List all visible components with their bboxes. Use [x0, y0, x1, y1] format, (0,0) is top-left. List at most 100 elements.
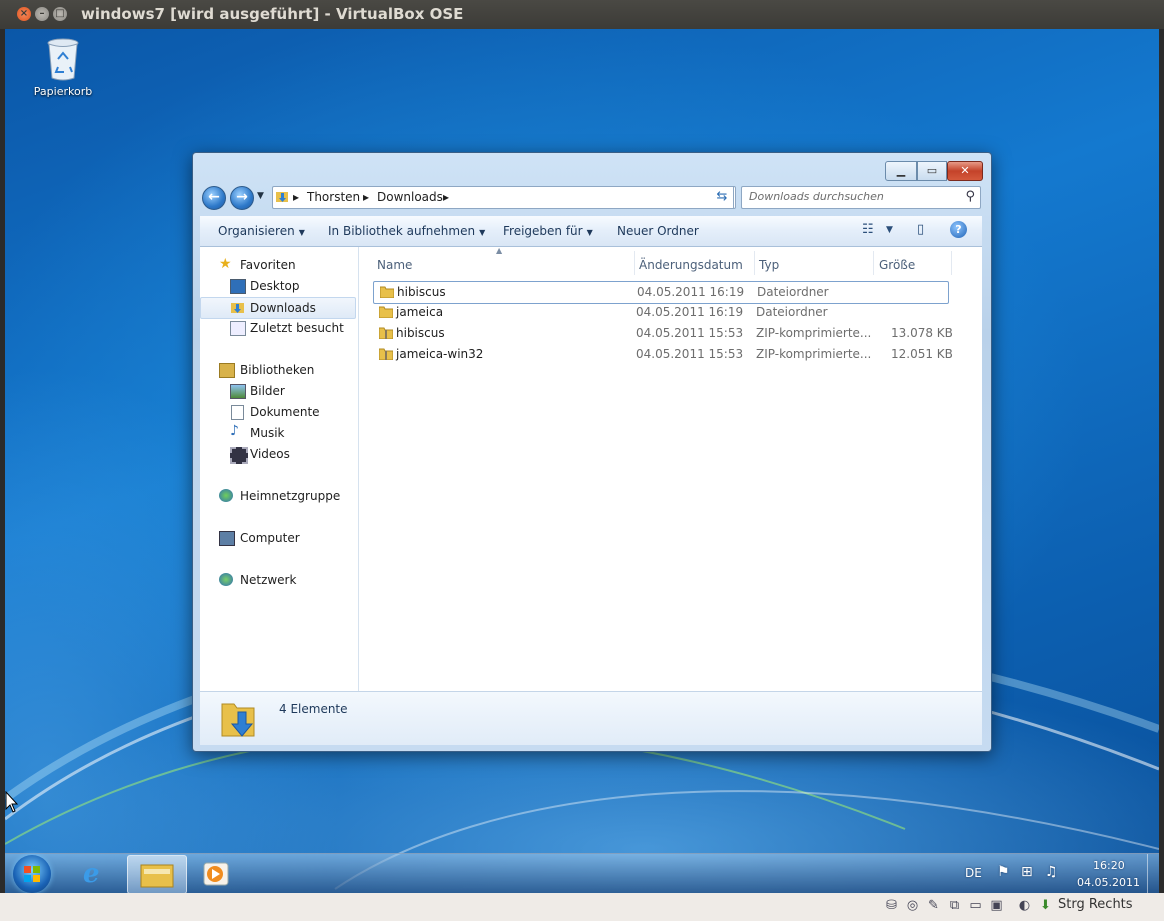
add-to-library-menu[interactable]: In Bibliothek aufnehmen ▼: [328, 224, 485, 238]
window-close-button[interactable]: ✕: [947, 161, 983, 181]
music-icon: ♪: [230, 423, 239, 439]
clock-date[interactable]: 04.05.2011: [1077, 876, 1140, 889]
network-adapter-icon[interactable]: ⧉: [947, 898, 962, 913]
breadcrumb-separator-icon[interactable]: ▸: [293, 190, 299, 204]
preview-pane-icon[interactable]: ▯: [917, 222, 924, 237]
desktop-icon: [230, 279, 246, 294]
host-minimize-button[interactable]: –: [35, 7, 49, 21]
breadcrumb-thorsten[interactable]: Thorsten: [307, 190, 360, 204]
file-type: Dateiordner: [757, 285, 829, 299]
optical-drive-icon[interactable]: ◎: [905, 898, 920, 913]
action-center-flag-icon[interactable]: ⚑: [997, 864, 1010, 880]
volume-icon[interactable]: ♫: [1045, 864, 1058, 880]
column-header-name[interactable]: Name: [377, 258, 412, 272]
nav-music[interactable]: ♪ Musik: [200, 423, 356, 443]
details-pane: 4 Elemente: [200, 691, 982, 745]
search-placeholder: Downloads durchsuchen: [749, 190, 884, 203]
breadcrumb-downloads[interactable]: Downloads: [377, 190, 443, 204]
column-header-date[interactable]: Änderungsdatum: [639, 258, 743, 272]
recent-places-icon: [230, 321, 246, 336]
videos-icon: [230, 447, 248, 464]
navigation-pane: ★ Favoriten Desktop Downloads Zuletzt be…: [200, 247, 359, 691]
nav-pictures[interactable]: Bilder: [200, 381, 356, 401]
file-name: hibiscus: [397, 285, 446, 299]
help-icon[interactable]: ?: [950, 221, 967, 238]
share-with-menu[interactable]: Freigeben für ▼: [503, 224, 593, 238]
breadcrumb-separator-icon[interactable]: ▸: [443, 190, 449, 204]
file-date: 04.05.2011 16:19: [636, 305, 744, 319]
forward-button[interactable]: →: [230, 186, 254, 210]
zip-folder-icon: [379, 348, 393, 360]
show-desktop-button[interactable]: [1147, 854, 1159, 893]
search-box[interactable]: Downloads durchsuchen ⚲: [741, 186, 981, 209]
nav-network[interactable]: Netzwerk: [200, 570, 356, 590]
file-date: 04.05.2011 15:53: [636, 347, 744, 361]
window-minimize-button[interactable]: ▁: [885, 161, 917, 181]
network-tray-icon[interactable]: ⊞: [1021, 864, 1033, 880]
zip-folder-icon: [379, 327, 393, 339]
view-options-dropdown-icon[interactable]: ▼: [886, 225, 893, 235]
back-button[interactable]: ←: [202, 186, 226, 210]
column-divider[interactable]: [951, 251, 952, 275]
nav-documents[interactable]: Dokumente: [200, 402, 356, 422]
item-count: 4 Elemente: [279, 702, 348, 716]
file-date: 04.05.2011 15:53: [636, 326, 744, 340]
new-folder-button[interactable]: Neuer Ordner: [617, 224, 699, 238]
file-size: 12.051 KB: [891, 347, 953, 361]
nav-favorites[interactable]: ★ Favoriten: [200, 255, 356, 275]
recent-pages-dropdown[interactable]: ▼: [257, 191, 264, 201]
refresh-button[interactable]: ⇆: [711, 186, 734, 209]
column-header-type[interactable]: Typ: [759, 258, 779, 272]
column-header-size[interactable]: Größe: [879, 258, 915, 272]
column-divider[interactable]: [873, 251, 874, 275]
file-name: jameica: [396, 305, 444, 319]
recycle-bin-desktop-icon[interactable]: Papierkorb: [29, 37, 97, 98]
homegroup-icon: [219, 489, 233, 502]
mouse-integration-icon[interactable]: ◐: [1017, 898, 1032, 913]
host-status-bar: ⛁ ◎ ✎ ⧉ ▭ ▣ ◐ ⬇ Strg Rechts: [0, 893, 1164, 921]
nav-libraries[interactable]: Bibliotheken: [200, 360, 356, 380]
taskbar-internet-explorer[interactable]: e: [67, 855, 125, 892]
nav-computer[interactable]: Computer: [200, 528, 356, 548]
downloads-folder-large-icon: [221, 703, 255, 737]
file-row[interactable]: jameica-win32 04.05.2011 15:53 ZIP-kompr…: [373, 344, 953, 365]
breadcrumb-separator-icon[interactable]: ▸: [363, 190, 369, 204]
window-maximize-button[interactable]: ▭: [917, 161, 947, 181]
usb-icon[interactable]: ✎: [926, 898, 941, 913]
nav-recent-places[interactable]: Zuletzt besucht: [200, 318, 356, 338]
nav-videos[interactable]: Videos: [200, 444, 356, 464]
host-close-button[interactable]: ×: [17, 7, 31, 21]
nav-desktop[interactable]: Desktop: [200, 276, 356, 296]
command-bar: Organisieren ▼ In Bibliothek aufnehmen ▼ F…: [200, 216, 982, 247]
file-type: Dateiordner: [756, 305, 828, 319]
pictures-icon: [230, 384, 246, 399]
internet-explorer-icon: e: [83, 859, 100, 889]
host-key-icon[interactable]: ⬇: [1038, 898, 1053, 913]
taskbar-media-player[interactable]: [187, 855, 245, 892]
search-icon[interactable]: ⚲: [965, 189, 975, 204]
file-name: jameica-win32: [396, 347, 484, 361]
nav-homegroup[interactable]: Heimnetzgruppe: [200, 486, 356, 506]
organize-menu[interactable]: Organisieren ▼: [218, 224, 305, 238]
language-indicator[interactable]: DE: [965, 866, 982, 880]
taskbar-windows-explorer[interactable]: [127, 855, 187, 893]
start-button[interactable]: [13, 855, 51, 893]
host-maximize-button[interactable]: □: [53, 7, 67, 21]
shared-folders-icon[interactable]: ▭: [968, 898, 983, 913]
file-row[interactable]: hibiscus 04.05.2011 15:53 ZIP-komprimier…: [373, 323, 953, 344]
change-view-icon[interactable]: ☷: [862, 222, 874, 237]
column-divider[interactable]: [634, 251, 635, 275]
address-bar[interactable]: ▸ Thorsten ▸ Downloads ▸ ▼: [272, 186, 736, 209]
column-divider[interactable]: [754, 251, 755, 275]
file-size: 13.078 KB: [891, 326, 953, 340]
recycle-bin-label: Papierkorb: [33, 85, 93, 98]
media-player-icon: [203, 862, 229, 886]
nav-downloads[interactable]: Downloads: [200, 297, 356, 319]
cpu-virtualization-icon[interactable]: ▣: [989, 898, 1004, 913]
clock-time[interactable]: 16:20: [1093, 859, 1125, 872]
documents-icon: [231, 405, 244, 420]
taskbar: e DE ⚑ ⊞ ♫ 16:20 04.05.2011: [5, 853, 1159, 893]
hard-disk-icon[interactable]: ⛁: [884, 898, 899, 913]
file-row[interactable]: jameica 04.05.2011 16:19 Dateiordner: [373, 302, 947, 323]
file-row[interactable]: hibiscus 04.05.2011 16:19 Dateiordner: [373, 281, 949, 304]
